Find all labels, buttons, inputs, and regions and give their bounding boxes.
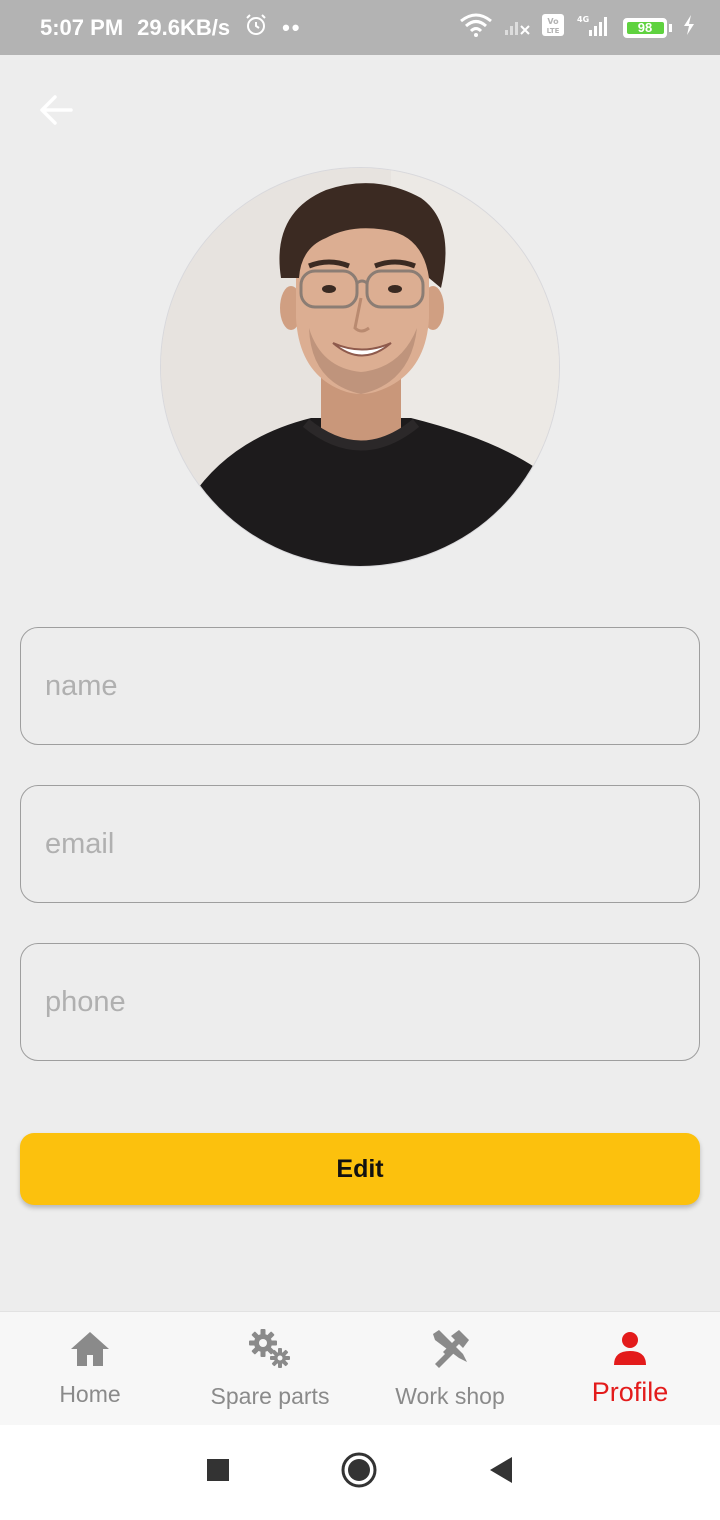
back-system-button[interactable] bbox=[488, 1456, 514, 1489]
system-nav-bar bbox=[0, 1425, 720, 1520]
home-circle-icon bbox=[340, 1451, 378, 1494]
wifi-icon bbox=[459, 13, 493, 42]
status-right: Vo LTE 4G 98 bbox=[459, 13, 696, 42]
alarm-icon bbox=[244, 13, 268, 43]
nav-item-home[interactable]: Home bbox=[0, 1312, 180, 1425]
home-icon bbox=[69, 1330, 111, 1373]
signal-off-icon bbox=[503, 14, 531, 41]
recents-button[interactable] bbox=[206, 1458, 230, 1487]
battery-level: 98 bbox=[637, 20, 653, 35]
phone-input[interactable] bbox=[20, 943, 700, 1061]
nav-label-work-shop: Work shop bbox=[395, 1382, 505, 1409]
nav-label-profile: Profile bbox=[591, 1376, 669, 1407]
status-left: 5:07 PM 29.6KB/s •• bbox=[40, 13, 302, 43]
person-icon bbox=[612, 1330, 648, 1371]
home-system-button[interactable] bbox=[340, 1451, 378, 1494]
status-time: 5:07 PM bbox=[40, 14, 124, 40]
status-bar: 5:07 PM 29.6KB/s •• Vo LTE 4G 98 bbox=[0, 0, 720, 55]
arrow-left-icon bbox=[38, 94, 74, 131]
bottom-nav: Home Spare parts Work shop Profile bbox=[0, 1311, 720, 1425]
volte-icon: Vo LTE bbox=[541, 13, 565, 42]
status-net-speed: 29.6KB/s bbox=[137, 14, 231, 40]
back-triangle-icon bbox=[488, 1456, 514, 1489]
svg-text:LTE: LTE bbox=[547, 27, 560, 35]
email-input[interactable] bbox=[20, 785, 700, 903]
edit-button[interactable]: Edit bbox=[20, 1133, 700, 1205]
nav-item-profile[interactable]: Profile bbox=[540, 1312, 720, 1425]
nav-label-spare-parts: Spare parts bbox=[210, 1382, 330, 1409]
battery-tip bbox=[669, 23, 672, 32]
tools-icon bbox=[429, 1328, 471, 1375]
nav-label-home: Home bbox=[59, 1380, 121, 1407]
profile-photo bbox=[161, 168, 559, 566]
gears-icon bbox=[248, 1328, 292, 1375]
charging-icon bbox=[682, 14, 696, 41]
profile-avatar[interactable] bbox=[160, 167, 560, 567]
name-input[interactable] bbox=[20, 627, 700, 745]
back-button[interactable] bbox=[32, 90, 80, 134]
svg-text:4G: 4G bbox=[577, 15, 589, 24]
nav-item-spare-parts[interactable]: Spare parts bbox=[180, 1312, 360, 1425]
recents-icon bbox=[206, 1458, 230, 1487]
signal-4g-icon: 4G bbox=[575, 13, 613, 42]
nav-item-work-shop[interactable]: Work shop bbox=[360, 1312, 540, 1425]
battery-icon: 98 bbox=[623, 17, 667, 38]
status-dots: •• bbox=[282, 14, 302, 40]
svg-text:Vo: Vo bbox=[547, 17, 559, 26]
